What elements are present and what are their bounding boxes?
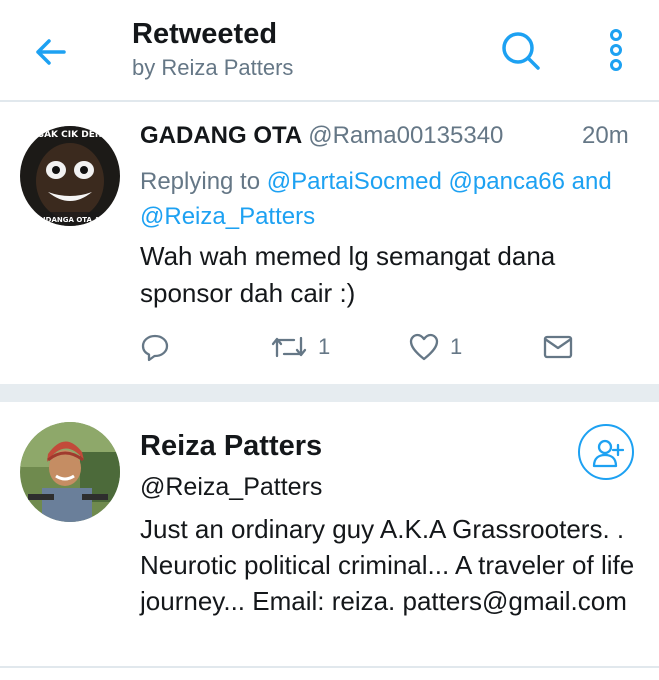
tweet-author-handle[interactable]: @Rama00135340 (308, 122, 503, 149)
replying-to-line: Replying to @PartaiSocmed @panca66 and @… (140, 164, 640, 234)
direct-message-button[interactable] (542, 332, 574, 362)
like-count: 1 (450, 334, 463, 359)
replying-and: and (571, 168, 612, 195)
profile-photo-image (20, 422, 120, 522)
tweet-author-line: GADANG OTA @Rama00135340 (140, 122, 503, 150)
mention-link[interactable]: @panca66 (449, 168, 565, 195)
tweet-actions: 1 1 (0, 332, 659, 368)
meme-face-image: SAK CIK DEN ANDANGA OTA AN (20, 126, 120, 226)
profile-avatar[interactable] (20, 422, 120, 522)
arrow-left-icon (36, 39, 66, 65)
reply-icon (141, 334, 169, 362)
search-icon (502, 32, 540, 70)
search-button[interactable] (496, 26, 544, 74)
page-title: Retweeted (132, 18, 278, 50)
reply-button[interactable] (140, 332, 170, 362)
profile-bio: Just an ordinary guy A.K.A Grassrooters.… (140, 514, 635, 616)
retweet-button[interactable]: 1 (270, 332, 330, 362)
heart-icon (409, 333, 439, 361)
replying-prefix: Replying to (140, 168, 261, 195)
page-subtitle: by Reiza Patters (132, 55, 294, 80)
retweet-count: 1 (318, 334, 331, 359)
profile-handle[interactable]: @Reiza_Patters (140, 473, 322, 502)
like-button[interactable]: 1 (408, 332, 462, 362)
tweet-timestamp: 20m (582, 122, 629, 149)
profile-name[interactable]: Reiza Patters (140, 430, 322, 463)
more-vertical-icon (610, 29, 622, 71)
tweet-avatar[interactable]: SAK CIK DEN ANDANGA OTA AN (20, 126, 120, 226)
envelope-icon (543, 335, 573, 359)
header-title-group: Retweeted by Reiza Patters (132, 14, 293, 82)
tweet-text: Wah wah memed lg semangat dana sponsor d… (140, 241, 556, 308)
retweet-icon (271, 336, 307, 358)
avatar-caption-top: SAK CIK DEN (38, 130, 103, 140)
bottom-divider (0, 666, 659, 668)
mention-link[interactable]: @PartaiSocmed (267, 168, 442, 195)
mention-link[interactable]: @Reiza_Patters (140, 203, 315, 230)
top-app-bar: Retweeted by Reiza Patters (0, 0, 659, 102)
add-user-icon (592, 439, 624, 468)
follow-button[interactable] (578, 424, 634, 480)
back-button[interactable] (30, 32, 70, 72)
tweet-author-name[interactable]: GADANG OTA (140, 122, 302, 149)
section-divider (0, 384, 659, 402)
more-options-button[interactable] (596, 26, 636, 74)
